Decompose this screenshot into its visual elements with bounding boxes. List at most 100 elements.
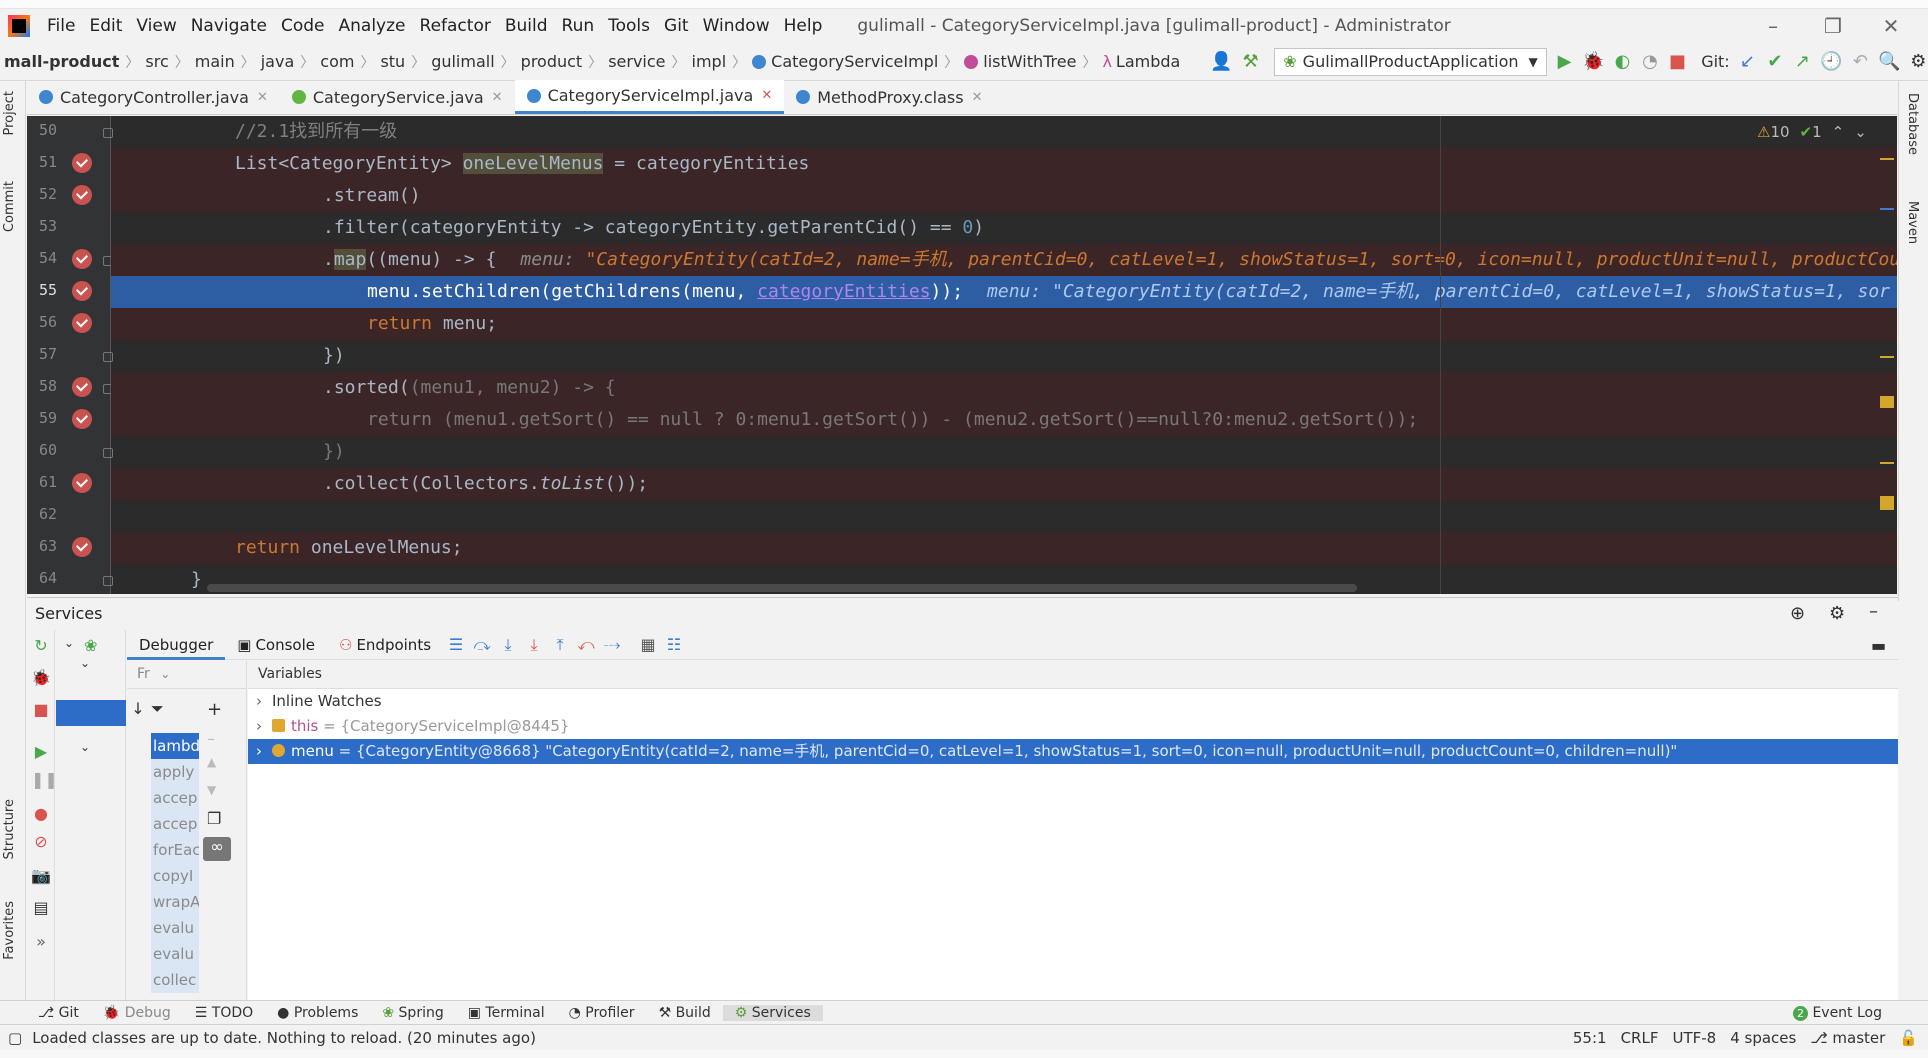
close-icon[interactable]: ✕ [257,90,268,105]
breadcrumb-gulimall[interactable]: gulimall [427,52,498,71]
code-line-58[interactable]: .sorted((menu1, menu2) -> { [111,372,1897,404]
menu-run[interactable]: Run [555,9,602,43]
chevron-down-icon[interactable]: ⌄ [64,636,74,650]
filter-icon[interactable]: ⏷ [151,699,164,719]
run-to-cursor-icon[interactable]: ⤏ [599,633,625,657]
build-hammer-icon[interactable]: ⚒ [1241,50,1261,74]
lock-icon[interactable]: 🔓 [1899,1029,1918,1047]
editor-horizontal-scrollbar[interactable] [207,584,1357,592]
tool-tab-services[interactable]: ⚙ Services [722,1004,823,1021]
structure-tool-tab[interactable]: Structure [2,799,17,859]
database-tool-tab[interactable]: Database [1905,93,1920,155]
coverage-icon[interactable]: ◐ [1613,50,1633,74]
code-line-50[interactable]: //2.1找到所有一级 [111,116,1897,148]
mute-breakpoints-icon[interactable]: ⊘ [31,832,51,852]
breadcrumb-stu[interactable]: stu [376,52,409,71]
breakpoint-icon[interactable] [72,249,92,269]
close-window-icon[interactable]: ✕ [1866,9,1916,43]
hide-panel-icon[interactable]: – [1869,601,1878,622]
frame-item[interactable]: lambd [151,733,199,759]
tab-category-service-impl[interactable]: CategoryServiceImpl.java ✕ [514,80,785,114]
tab-debugger[interactable]: Debugger [127,630,226,660]
search-icon[interactable]: 🔍 [1878,50,1900,74]
menu-code[interactable]: Code [274,9,332,43]
menu-help[interactable]: Help [777,9,830,43]
breadcrumb-service[interactable]: service [604,52,669,71]
debug-icon[interactable]: 🐞 [1582,50,1604,74]
menu-lines-icon[interactable]: ☰ [443,633,469,657]
menu-navigate[interactable]: Navigate [184,9,274,43]
file-encoding[interactable]: UTF-8 [1672,1029,1716,1047]
evaluate-expression-icon[interactable]: ▦ [635,633,661,657]
menu-file[interactable]: File [40,9,82,43]
frame-item[interactable]: apply [151,759,199,785]
services-tree[interactable]: ⌄ ❀ ⌄ ⌄ [56,630,126,1014]
breadcrumb-main[interactable]: main [191,52,239,71]
inline-watches-row[interactable]: › Inline Watches [248,689,1898,714]
stop-icon[interactable]: ■ [1668,50,1688,74]
force-step-into-icon[interactable]: ⤓ [521,633,547,657]
git-update-icon[interactable]: ↙ [1738,50,1758,74]
breadcrumb-src[interactable]: src [141,52,172,71]
code-editor[interactable]: 50 51 52 53 54 55 56 57 58 59 60 61 62 6… [27,116,1897,594]
remove-icon[interactable]: – [207,729,215,748]
editor-vertical-scrollbar[interactable] [1875,116,1897,594]
settings-gear-icon[interactable]: ⚙ [1829,603,1845,624]
chevron-down-icon[interactable]: ⌄ [160,667,170,681]
chevron-down-icon[interactable]: ▼ [207,783,216,797]
maven-tool-tab[interactable]: Maven [1905,201,1920,244]
frame-item[interactable]: forEac [151,837,199,863]
chevron-up-icon[interactable]: ⌃ [1832,123,1845,141]
drop-frame-icon[interactable]: ⤺ [573,633,599,657]
editor-gutter[interactable]: 50 51 52 53 54 55 56 57 58 59 60 61 62 6… [27,116,113,594]
code-line-54[interactable]: .map((menu) -> {menu: "CategoryEntity(ca… [111,244,1897,276]
menu-view[interactable]: View [129,9,183,43]
chevron-right-icon[interactable]: › [256,739,272,764]
copy-icon[interactable]: ❐ [207,809,221,828]
code-line-55[interactable]: menu.setChildren(getChildrens(menu, cate… [111,276,1897,308]
view-breakpoints-icon[interactable]: ● [31,804,51,824]
code-line-61[interactable]: .collect(Collectors.toList()); [111,468,1897,500]
tool-tab-git[interactable]: ⎇ Git [26,1005,91,1021]
breakpoint-icon[interactable] [72,377,92,397]
breadcrumb-lambda[interactable]: λ Lambda [1098,52,1184,71]
code-field-link[interactable]: categoryEntities [757,281,930,302]
rerun-icon[interactable]: ↻ [31,636,51,656]
menu-edit[interactable]: Edit [82,9,129,43]
trace-icon[interactable]: ☷ [661,633,687,657]
line-separator[interactable]: CRLF [1621,1029,1659,1047]
layout-settings-icon[interactable]: ▬ [1871,636,1886,655]
tab-category-service[interactable]: CategoryService.java ✕ [280,80,515,114]
chevron-down-icon[interactable]: ⌄ [80,656,90,670]
step-into-icon[interactable]: ⤓ [495,633,521,657]
close-icon[interactable]: ✕ [492,90,503,105]
sort-down-icon[interactable]: ↓ [127,699,149,718]
status-window-icon[interactable]: ▢ [8,1029,22,1047]
breadcrumb-module[interactable]: mall-product [0,52,123,71]
tab-console[interactable]: ▣ Console [225,630,327,660]
infinity-icon[interactable]: ∞ [203,837,231,861]
breadcrumb-product[interactable]: product [517,52,587,71]
frame-item[interactable]: copyI [151,863,199,889]
breadcrumb-com[interactable]: com [316,52,358,71]
indent-setting[interactable]: 4 spaces [1730,1029,1796,1047]
code-line-51[interactable]: List<CategoryEntity> oneLevelMenus = cat… [111,148,1897,180]
camera-icon[interactable]: 📷 [31,866,51,886]
close-icon[interactable]: ✕ [761,88,772,103]
frame-item[interactable]: accep [151,785,199,811]
git-branch[interactable]: ⎇ master [1810,1029,1885,1047]
rollback-icon[interactable]: ↶ [1851,50,1871,74]
git-push-icon[interactable]: ↗ [1793,50,1813,74]
menu-build[interactable]: Build [498,9,555,43]
breadcrumb-class[interactable]: CategoryServiceImpl [748,52,942,71]
breakpoint-icon[interactable] [72,313,92,333]
breakpoint-icon[interactable] [72,281,92,301]
code-line-52[interactable]: .stream() [111,180,1897,212]
more-icon[interactable]: » [31,932,51,952]
breakpoint-icon[interactable] [72,409,92,429]
selected-service-row[interactable] [56,700,126,726]
tool-tab-build[interactable]: ⚒ Build [647,1005,723,1021]
step-out-icon[interactable]: ⤒ [547,633,573,657]
code-line-53[interactable]: .filter(categoryEntity -> categoryEntity… [111,212,1897,244]
code-line-57[interactable]: }) [111,340,1897,372]
